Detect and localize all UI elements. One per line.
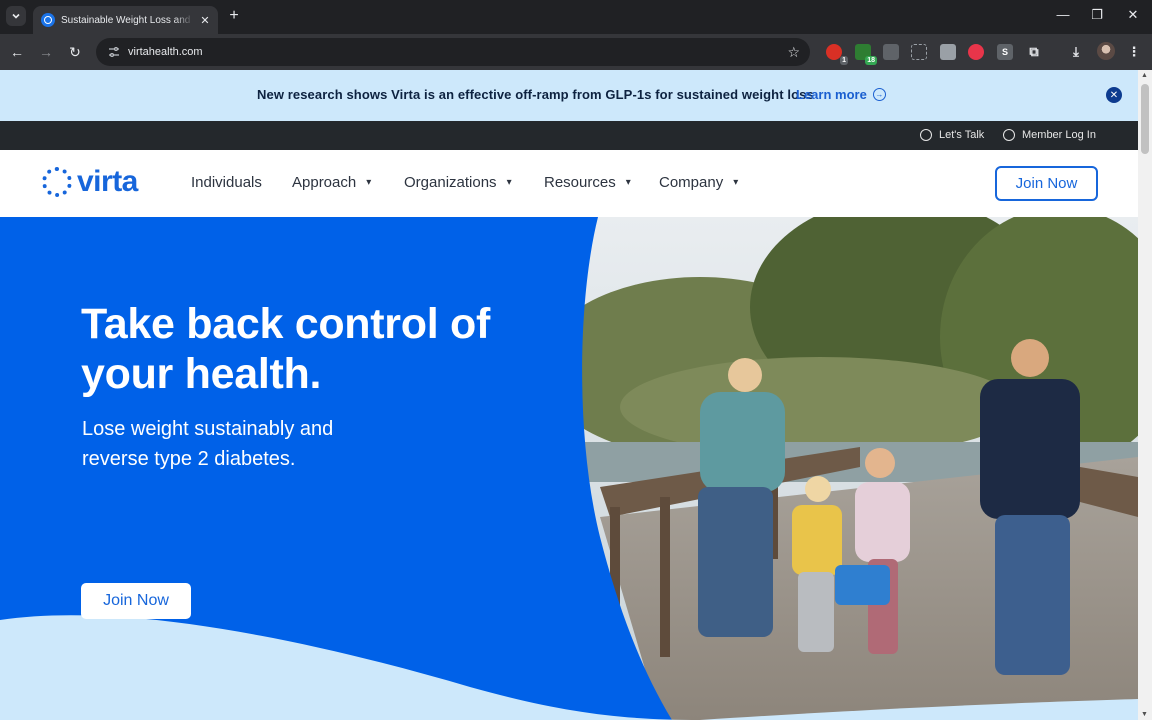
tab-close-icon[interactable]: ✕ [198,14,212,27]
minimize-window-button[interactable]: — [1053,7,1073,22]
hero-title: Take back control of your health. [81,300,490,398]
restore-window-button[interactable]: ❐ [1087,7,1107,23]
join-now-nav-button[interactable]: Join Now [995,166,1098,201]
learn-more-label: Learn more [796,87,867,102]
profile-avatar[interactable] [1097,42,1115,60]
hero-section: Take back control of your health. Lose w… [0,217,1138,720]
virta-logo[interactable]: virta [42,167,138,197]
browser-tab-strip: Sustainable Weight Loss and Diabetes ✕ +… [0,0,1152,34]
nav-item-individuals[interactable]: Individuals [191,174,262,191]
close-banner-icon[interactable]: ✕ [1106,87,1122,103]
nav-item-organizations[interactable]: Organizations ▾ [404,174,512,191]
download-icon[interactable]: ⤓ [1068,44,1084,60]
nav-item-label: Resources [544,174,616,191]
url-text: virtahealth.com [128,46,203,58]
extension-3-icon[interactable] [883,44,899,60]
member-login-link[interactable]: Member Log In [1003,129,1096,141]
scroll-up-arrow-icon[interactable]: ▲ [1141,72,1148,79]
forward-icon[interactable]: → [36,42,56,62]
page-scrollbar[interactable]: ▲ ▼ [1138,70,1152,720]
virta-logo-icon [42,167,72,197]
chevron-down-icon [12,13,20,19]
back-icon[interactable]: ← [7,42,27,62]
main-navigation: virta Individuals Approach ▾ Organizatio… [0,150,1138,217]
announcement-banner: New research shows Virta is an effective… [0,70,1138,121]
learn-more-link[interactable]: Learn more → [796,87,886,102]
chevron-down-icon: ▾ [625,177,631,188]
scroll-down-arrow-icon[interactable]: ▼ [1141,711,1148,718]
browser-tab-active[interactable]: Sustainable Weight Loss and Diabetes ✕ [33,6,218,34]
new-tab-button[interactable]: + [226,7,242,25]
nav-item-company[interactable]: Company ▾ [659,174,738,191]
member-login-label: Member Log In [1022,129,1096,141]
join-now-hero-button[interactable]: Join Now [81,583,191,619]
nav-item-approach[interactable]: Approach ▾ [292,174,371,191]
extension-badge: 18 [865,56,877,65]
arrow-right-circle-icon: → [872,88,886,101]
announcement-text: New research shows Virta is an effective… [257,87,814,102]
chat-bubble-icon [920,129,932,141]
hero-subtitle: Lose weight sustainably and reverse type… [82,418,334,470]
extension-2-icon[interactable]: 18 [855,44,877,65]
scrollbar-thumb[interactable] [1141,84,1149,154]
utility-bar: Let's Talk Member Log In [0,121,1138,150]
screenshot-extension-icon[interactable] [911,44,927,60]
page-viewport: New research shows Virta is an effective… [0,70,1138,720]
logo-wordmark: virta [77,165,138,198]
user-circle-icon [1003,129,1015,141]
nav-item-resources[interactable]: Resources ▾ [544,174,631,191]
chevron-down-icon: ▾ [506,177,512,188]
browser-menu-icon[interactable]: ⋮ [1126,44,1142,60]
bookmark-star-icon[interactable]: ☆ [787,44,800,61]
nav-item-label: Approach [292,174,357,191]
extension-s-icon[interactable]: S [997,44,1013,60]
lets-talk-label: Let's Talk [939,129,985,141]
browser-toolbar: ← → ↻ virtahealth.com ☆ 1 18 S ⧉ ⤓ ⋮ [0,34,1152,70]
reload-icon[interactable]: ↻ [65,42,85,62]
address-bar[interactable]: virtahealth.com ☆ [96,38,810,66]
nav-item-label: Company [659,174,724,191]
extension-1-icon[interactable]: 1 [826,44,848,65]
lets-talk-link[interactable]: Let's Talk [920,129,984,141]
close-window-button[interactable]: ✕ [1123,7,1143,23]
tab-title: Sustainable Weight Loss and Diabetes [61,14,194,26]
nav-item-label: Organizations [404,174,497,191]
chevron-down-icon: ▾ [733,177,739,188]
extension-6-icon[interactable] [968,44,984,60]
virta-favicon-icon [41,13,55,27]
extension-badge: 1 [840,56,848,65]
site-info-icon[interactable] [106,44,122,60]
extensions-puzzle-icon[interactable]: ⧉ [1026,44,1042,60]
nav-item-label: Individuals [191,174,262,191]
tab-search-button[interactable] [6,6,26,26]
camera-extension-icon[interactable] [940,44,956,60]
chevron-down-icon: ▾ [366,177,372,188]
